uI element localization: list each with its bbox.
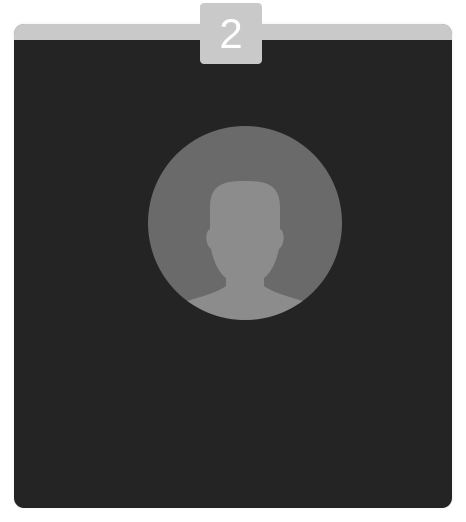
participant-count-badge: 2 bbox=[200, 3, 262, 64]
avatar bbox=[148, 126, 342, 320]
person-silhouette-icon bbox=[148, 126, 342, 320]
participant-tile[interactable] bbox=[14, 24, 452, 508]
page: 2 bbox=[0, 0, 466, 522]
